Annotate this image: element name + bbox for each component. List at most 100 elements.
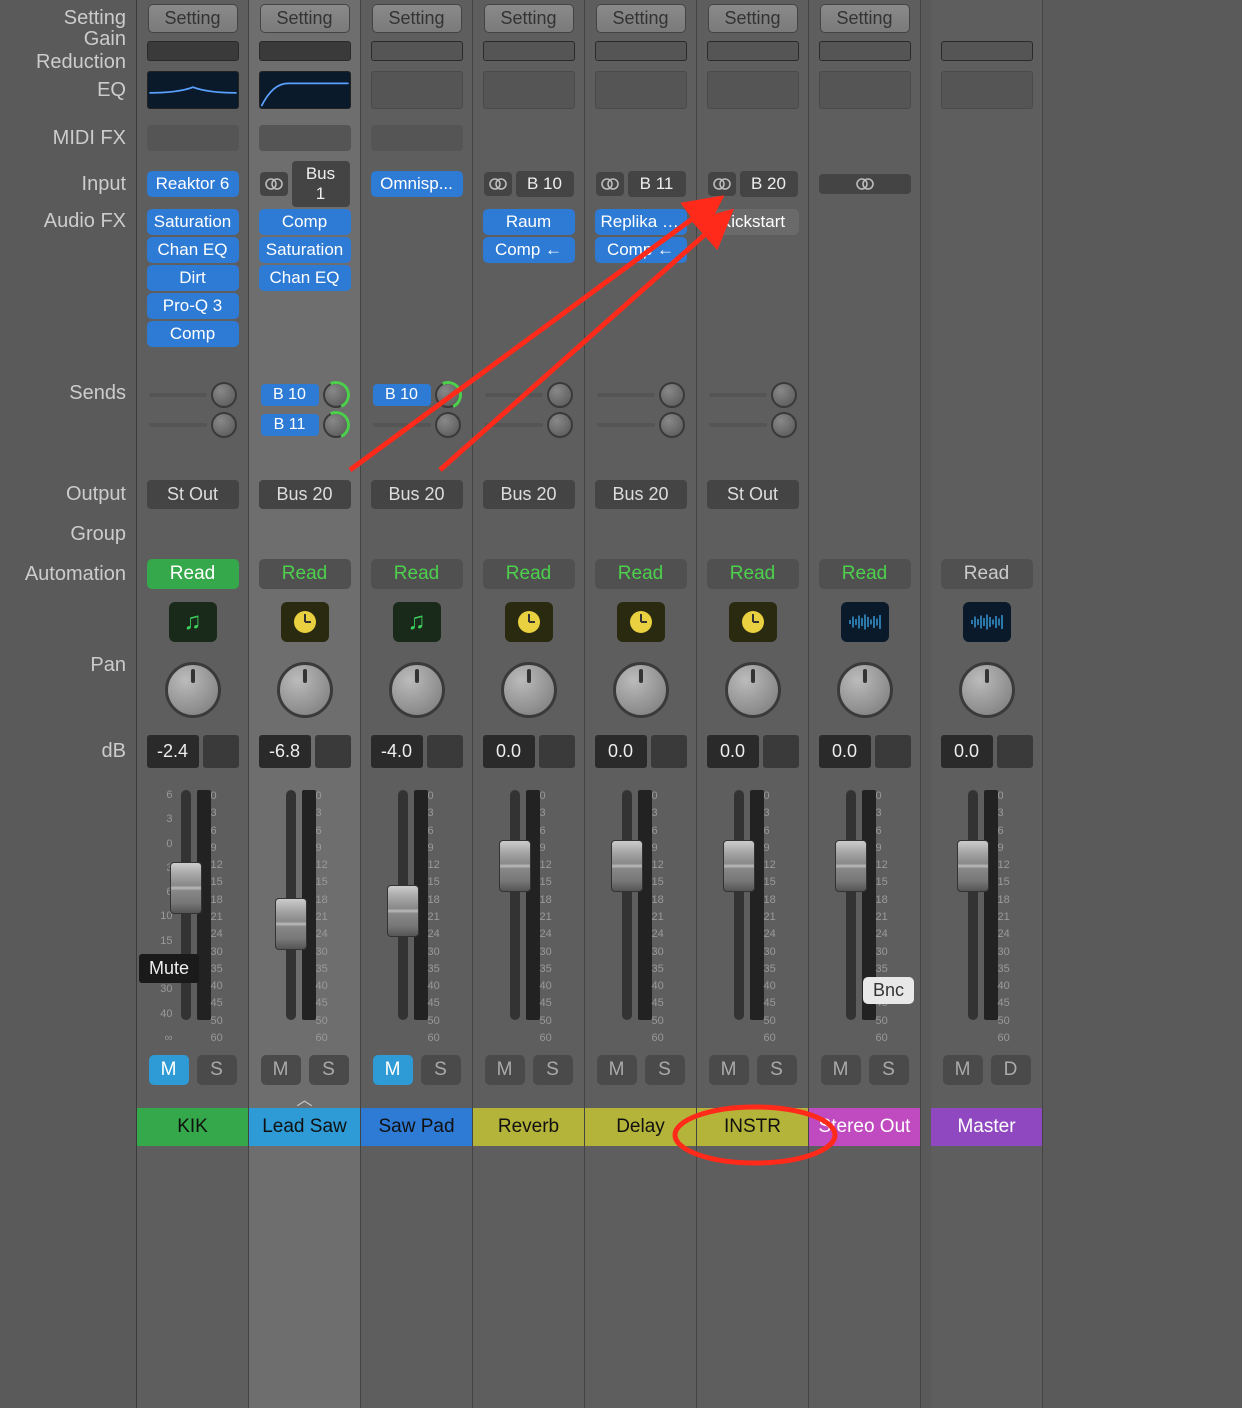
solo-button[interactable]: S bbox=[421, 1055, 461, 1085]
setting-button[interactable]: Setting bbox=[596, 4, 686, 33]
peak-value[interactable] bbox=[315, 735, 351, 768]
audio-fx-slot[interactable]: Comp ← bbox=[595, 237, 687, 263]
pan-knob[interactable] bbox=[725, 662, 781, 718]
output-slot[interactable]: Bus 20 bbox=[259, 480, 351, 509]
send-slot[interactable] bbox=[149, 393, 207, 397]
audio-fx-slot[interactable]: Pro-Q 3 bbox=[147, 293, 239, 319]
send-knob[interactable] bbox=[323, 412, 349, 438]
send-slot[interactable]: B 11 bbox=[261, 414, 319, 436]
solo-button[interactable]: S bbox=[757, 1055, 797, 1085]
audio-fx-slot[interactable]: Comp bbox=[259, 209, 351, 235]
track-icon[interactable] bbox=[505, 602, 553, 642]
input-slot[interactable]: Bus 1 bbox=[292, 161, 350, 207]
eq-thumbnail[interactable] bbox=[941, 71, 1033, 109]
mute-button[interactable]: M bbox=[373, 1055, 413, 1085]
pan-knob[interactable] bbox=[959, 662, 1015, 718]
audio-fx-slot[interactable]: Dirt bbox=[147, 265, 239, 291]
send-knob[interactable] bbox=[771, 382, 797, 408]
send-slot[interactable] bbox=[373, 423, 431, 427]
input-slot[interactable]: Reaktor 6 bbox=[147, 171, 239, 197]
midi-fx-slot[interactable] bbox=[259, 125, 351, 151]
eq-thumbnail[interactable] bbox=[259, 71, 351, 109]
track-icon[interactable] bbox=[841, 602, 889, 642]
mute-button[interactable]: M bbox=[709, 1055, 749, 1085]
volume-fader[interactable] bbox=[510, 790, 520, 1020]
send-knob[interactable] bbox=[547, 382, 573, 408]
send-knob[interactable] bbox=[435, 412, 461, 438]
automation-mode-button[interactable]: Read bbox=[819, 559, 911, 589]
eq-thumbnail[interactable] bbox=[819, 71, 911, 109]
automation-mode-button[interactable]: Read bbox=[707, 559, 799, 589]
solo-button[interactable]: S bbox=[533, 1055, 573, 1085]
audio-fx-slot[interactable]: Comp bbox=[147, 321, 239, 347]
setting-button[interactable]: Setting bbox=[708, 4, 798, 33]
dim-button[interactable]: D bbox=[991, 1055, 1031, 1085]
setting-button[interactable]: Setting bbox=[148, 4, 238, 33]
send-knob[interactable] bbox=[211, 382, 237, 408]
db-value[interactable]: 0.0 bbox=[941, 735, 993, 768]
track-name[interactable]: KIK bbox=[137, 1108, 248, 1146]
volume-fader[interactable] bbox=[968, 790, 978, 1020]
channel-stereoout[interactable]: SettingRead0.003691215182124303540455060… bbox=[809, 0, 921, 1408]
track-name[interactable]: Stereo Out bbox=[809, 1108, 920, 1146]
setting-button[interactable]: Setting bbox=[260, 4, 350, 33]
audio-fx-slot[interactable]: Chan EQ bbox=[259, 265, 351, 291]
audio-fx-slot[interactable]: Comp ← bbox=[483, 237, 575, 263]
output-slot[interactable]: St Out bbox=[147, 480, 239, 509]
volume-fader[interactable] bbox=[398, 790, 408, 1020]
mute-button[interactable]: M bbox=[597, 1055, 637, 1085]
track-name[interactable]: Delay bbox=[585, 1108, 696, 1146]
peak-value[interactable] bbox=[997, 735, 1033, 768]
send-knob[interactable] bbox=[323, 382, 349, 408]
db-value[interactable]: 0.0 bbox=[707, 735, 759, 768]
track-name[interactable]: INSTR bbox=[697, 1108, 808, 1146]
track-icon[interactable] bbox=[729, 602, 777, 642]
db-value[interactable]: -6.8 bbox=[259, 735, 311, 768]
volume-fader[interactable] bbox=[734, 790, 744, 1020]
db-value[interactable]: -4.0 bbox=[371, 735, 423, 768]
solo-button[interactable]: S bbox=[869, 1055, 909, 1085]
send-slot[interactable] bbox=[597, 393, 655, 397]
channel-kik[interactable]: SettingReaktor 6SaturationChan EQDirtPro… bbox=[137, 0, 249, 1408]
send-knob[interactable] bbox=[547, 412, 573, 438]
volume-fader[interactable] bbox=[286, 790, 296, 1020]
input-slot[interactable]: B 10 bbox=[516, 171, 574, 197]
send-knob[interactable] bbox=[659, 412, 685, 438]
solo-button[interactable]: S bbox=[309, 1055, 349, 1085]
peak-value[interactable] bbox=[539, 735, 575, 768]
send-slot[interactable] bbox=[485, 423, 543, 427]
peak-value[interactable] bbox=[763, 735, 799, 768]
send-knob[interactable] bbox=[771, 412, 797, 438]
track-icon[interactable] bbox=[281, 602, 329, 642]
automation-mode-button[interactable]: Read bbox=[371, 559, 463, 589]
track-name[interactable]: Saw Pad bbox=[361, 1108, 472, 1146]
eq-thumbnail[interactable] bbox=[483, 71, 575, 109]
send-slot[interactable] bbox=[709, 423, 767, 427]
track-icon[interactable] bbox=[617, 602, 665, 642]
pan-knob[interactable] bbox=[165, 662, 221, 718]
eq-thumbnail[interactable] bbox=[371, 71, 463, 109]
db-value[interactable]: -2.4 bbox=[147, 735, 199, 768]
pan-knob[interactable] bbox=[389, 662, 445, 718]
pan-knob[interactable] bbox=[277, 662, 333, 718]
eq-thumbnail[interactable] bbox=[707, 71, 799, 109]
expand-icon[interactable]: ︿ bbox=[296, 1086, 312, 1110]
eq-thumbnail[interactable] bbox=[595, 71, 687, 109]
send-slot[interactable] bbox=[149, 423, 207, 427]
input-slot[interactable]: Omnisp... bbox=[371, 171, 463, 197]
peak-value[interactable] bbox=[651, 735, 687, 768]
peak-value[interactable] bbox=[427, 735, 463, 768]
automation-mode-button[interactable]: Read bbox=[259, 559, 351, 589]
db-value[interactable]: 0.0 bbox=[819, 735, 871, 768]
track-icon[interactable]: ♫ bbox=[393, 602, 441, 642]
input-slot[interactable]: B 20 bbox=[740, 171, 798, 197]
track-name[interactable]: Reverb bbox=[473, 1108, 584, 1146]
channel-reverb[interactable]: SettingB 10RaumComp ←Bus 20Read0.0036912… bbox=[473, 0, 585, 1408]
mute-button[interactable]: M bbox=[485, 1055, 525, 1085]
setting-button[interactable]: Setting bbox=[484, 4, 574, 33]
solo-button[interactable]: S bbox=[645, 1055, 685, 1085]
db-value[interactable]: 0.0 bbox=[483, 735, 535, 768]
eq-thumbnail[interactable] bbox=[147, 71, 239, 109]
send-knob[interactable] bbox=[659, 382, 685, 408]
pan-knob[interactable] bbox=[501, 662, 557, 718]
